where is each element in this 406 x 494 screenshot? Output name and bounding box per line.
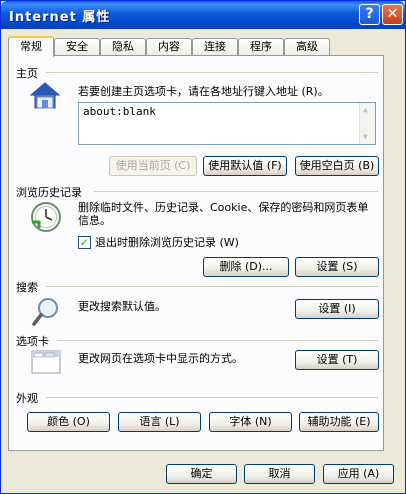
tab-connections[interactable]: 连接: [192, 38, 238, 55]
help-button[interactable]: ?: [359, 4, 380, 25]
delete-on-exit-checkbox[interactable]: ✓: [78, 236, 91, 249]
tab-content[interactable]: 内容: [146, 38, 192, 55]
colors-button[interactable]: 颜色 (O): [27, 412, 110, 432]
use-default-button[interactable]: 使用默认值 (F): [203, 156, 287, 176]
tab-advanced[interactable]: 高级: [284, 38, 330, 55]
internet-options-dialog: Internet 属性 ? ✕ 常规 安全 隐私 内容 连接 程序 高级 主页 …: [0, 0, 406, 494]
tab-privacy[interactable]: 隐私: [100, 38, 146, 55]
tab-security[interactable]: 安全: [54, 38, 100, 55]
fonts-button[interactable]: 字体 (N): [209, 412, 292, 432]
tab-programs[interactable]: 程序: [238, 38, 284, 55]
use-blank-button[interactable]: 使用空白页 (B): [295, 156, 379, 176]
use-current-page-button[interactable]: 使用当前页 (C): [109, 156, 197, 176]
apply-button[interactable]: 应用 (A): [323, 464, 394, 484]
cancel-button[interactable]: 取消: [244, 464, 315, 484]
search-section-heading: 搜索: [16, 281, 38, 294]
tabs-window-icon: [31, 348, 61, 379]
search-settings-button[interactable]: 设置 (I): [295, 299, 379, 319]
history-clock-icon: [29, 200, 63, 237]
search-separator: [46, 286, 378, 287]
home-instruction: 若要创建主页选项卡，请在各地址行键入地址 (R)。: [78, 85, 329, 98]
address-scrollbar[interactable]: ▲ ▼: [359, 103, 375, 144]
magnifier-icon: [31, 296, 61, 331]
tab-general[interactable]: 常规: [8, 36, 54, 57]
accessibility-button[interactable]: 辅助功能 (E): [299, 412, 379, 432]
tabs-description: 更改网页在选项卡中显示的方式。: [78, 352, 243, 365]
history-separator: [94, 191, 378, 192]
window-title: Internet 属性: [9, 10, 111, 25]
search-description: 更改搜索默认值。: [78, 300, 166, 313]
history-description: 删除临时文件、历史记录、Cookie、保存的密码和网页表单信息。: [78, 201, 369, 227]
appearance-separator: [46, 397, 378, 398]
home-address-input[interactable]: about:blank ▲ ▼: [78, 102, 376, 145]
scroll-down-icon[interactable]: ▼: [363, 132, 368, 141]
close-button[interactable]: ✕: [382, 4, 403, 25]
delete-on-exit-label: 退出时删除浏览历史记录 (W): [95, 236, 239, 249]
general-tab-panel: 主页 若要创建主页选项卡，请在各地址行键入地址 (R)。 about:blank…: [8, 55, 384, 451]
delete-history-button[interactable]: 删除 (D)...: [203, 257, 289, 277]
tabs-separator: [57, 340, 378, 341]
home-icon: [29, 80, 61, 115]
history-settings-button[interactable]: 设置 (S): [295, 257, 379, 277]
home-separator: [46, 72, 378, 73]
languages-button[interactable]: 语言 (L): [118, 412, 201, 432]
history-section-heading: 浏览历史记录: [16, 186, 82, 199]
scroll-up-icon[interactable]: ▲: [363, 105, 368, 114]
ok-button[interactable]: 确定: [166, 464, 237, 484]
tabs-settings-button[interactable]: 设置 (T): [295, 350, 379, 370]
title-bar[interactable]: Internet 属性 ? ✕: [1, 1, 405, 29]
appearance-section-heading: 外观: [16, 392, 38, 405]
home-section-heading: 主页: [16, 67, 38, 80]
home-address-value: about:blank: [83, 105, 156, 118]
tabs-section-heading: 选项卡: [16, 335, 49, 348]
